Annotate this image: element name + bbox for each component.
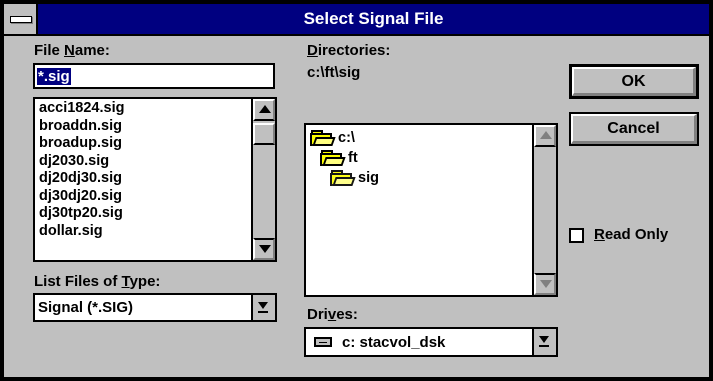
file-list[interactable]: acci1824.sig broaddn.sig broadup.sig dj2… [33,97,277,262]
scroll-down-button[interactable] [253,238,275,260]
directory-scrollbar[interactable] [532,125,556,295]
directory-item-root[interactable]: c:\ [310,129,355,147]
arrow-up-icon [540,131,552,139]
file-name-label: File Name: [34,42,110,59]
arrow-up-icon [259,105,271,113]
hard-drive-icon [314,337,332,347]
open-folder-icon [310,130,336,146]
file-list-item[interactable]: dj2030.sig [39,153,124,171]
file-name-field[interactable]: *.sig [33,63,275,89]
title-bar: Select Signal File [4,4,709,36]
file-type-label: List Files of Type: [34,273,161,290]
file-type-select[interactable]: Signal (*.SIG) [33,293,277,322]
ok-button[interactable]: OK [569,64,699,99]
file-list-item[interactable]: broaddn.sig [39,118,124,136]
system-menu-button[interactable] [4,4,38,34]
select-signal-file-dialog: Select Signal File File Name: *.sig acci… [0,0,713,381]
directory-item-sig[interactable]: sig [330,169,379,187]
file-list-item[interactable]: dollar.sig [39,223,124,241]
chevron-down-icon [258,302,268,309]
file-name-value: *.sig [37,68,71,85]
arrow-down-icon [540,280,552,288]
system-menu-icon [10,16,32,23]
current-directory-path: c:\ft\sig [307,64,361,81]
file-list-item[interactable]: dj20dj30.sig [39,170,124,188]
chevron-down-icon [539,336,549,343]
file-list-scrollbar[interactable] [251,99,275,260]
directory-tree[interactable]: c:\ ft sig [304,123,558,297]
file-list-item[interactable]: dj30dj20.sig [39,188,124,206]
drives-value: c: stacvol_dsk [342,334,446,351]
arrow-down-icon [259,245,271,253]
directory-item-ft[interactable]: ft [320,149,358,167]
directories-label: Directories: [307,42,391,59]
open-folder-icon [320,150,346,166]
cancel-button[interactable]: Cancel [569,112,699,146]
open-folder-icon [330,170,356,186]
scroll-down-button[interactable] [534,273,556,295]
read-only-checkbox[interactable] [569,228,584,243]
drives-label: Drives: [307,306,358,323]
scroll-thumb[interactable] [253,123,275,145]
drives-select[interactable]: c: stacvol_dsk [304,327,558,357]
dialog-title: Select Signal File [303,9,444,28]
read-only-label[interactable]: Read Only [594,226,668,243]
drives-dropdown-button[interactable] [532,329,556,355]
scroll-up-button[interactable] [534,125,556,147]
file-list-item[interactable]: dj30tp20.sig [39,205,124,223]
scroll-up-button[interactable] [253,99,275,121]
file-list-item[interactable]: acci1824.sig [39,100,124,118]
file-type-dropdown-button[interactable] [251,295,275,320]
file-type-value: Signal (*.SIG) [38,299,134,316]
file-list-item[interactable]: broadup.sig [39,135,124,153]
